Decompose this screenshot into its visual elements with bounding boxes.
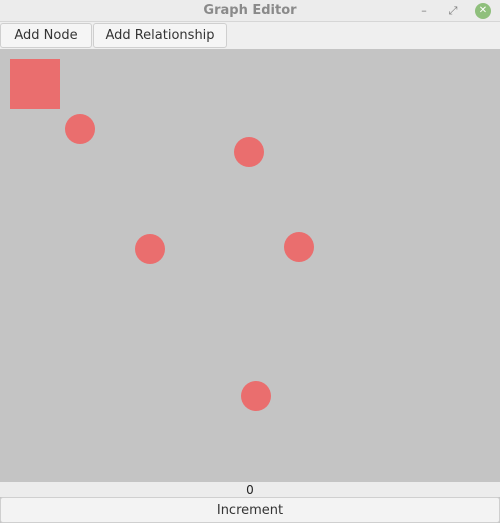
circle-node[interactable] (234, 137, 264, 167)
add-relationship-button[interactable]: Add Relationship (93, 23, 227, 48)
counter-value: 0 (246, 483, 254, 497)
counter-bar: 0 (0, 482, 500, 497)
increment-button[interactable]: Increment (0, 497, 500, 523)
circle-node[interactable] (65, 114, 95, 144)
toolbar: Add Node Add Relationship (0, 22, 500, 49)
add-node-button[interactable]: Add Node (0, 23, 92, 48)
title-bar: Graph Editor – ⤢ ✕ (0, 0, 500, 22)
graph-editor-window: Graph Editor – ⤢ ✕ Add Node Add Relation… (0, 0, 500, 523)
minimize-icon[interactable]: – (416, 3, 432, 19)
circle-node[interactable] (241, 381, 271, 411)
restore-icon[interactable]: ⤢ (445, 3, 461, 19)
graph-canvas[interactable] (0, 49, 500, 482)
close-icon[interactable]: ✕ (475, 3, 491, 19)
circle-node[interactable] (284, 232, 314, 262)
square-node[interactable] (10, 59, 60, 109)
circle-node[interactable] (135, 234, 165, 264)
